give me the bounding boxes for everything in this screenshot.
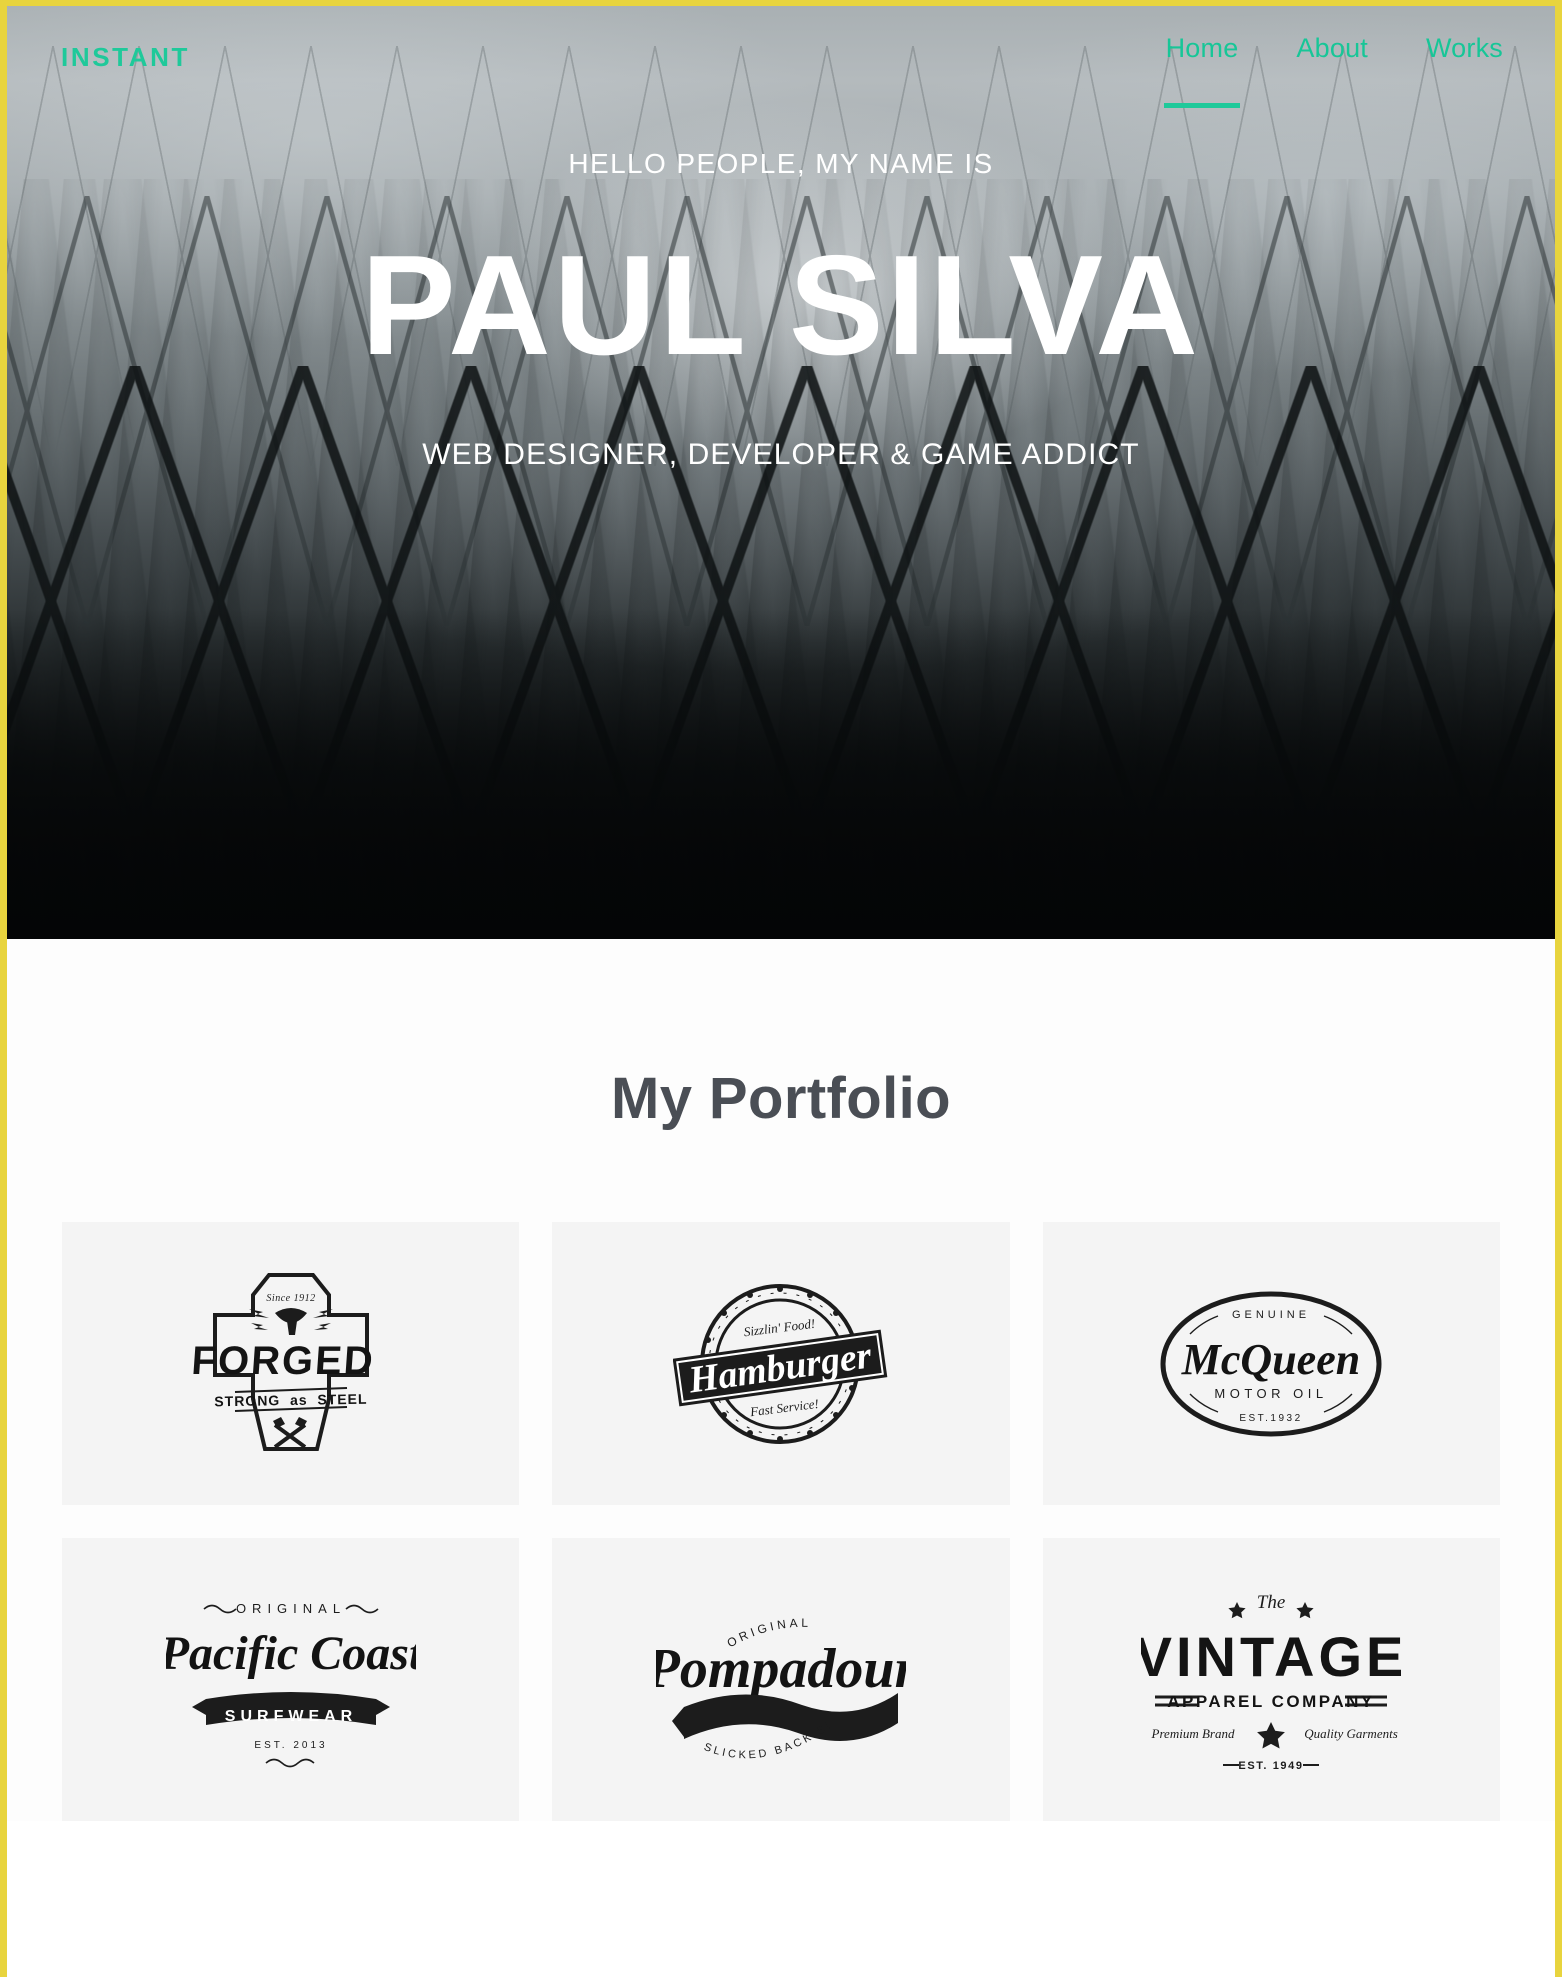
svg-text:SURFWEAR: SURFWEAR (224, 1708, 356, 1725)
pompadour-logo-icon: ORIGINAL Pompadour SLICKED BACK SINCE 19… (656, 1595, 906, 1761)
hero-kicker: HELLO PEOPLE, MY NAME IS (568, 148, 994, 179)
portfolio-item-pompadour[interactable]: ORIGINAL Pompadour SLICKED BACK SINCE 19… (552, 1538, 1010, 1821)
hero-subtitle: WEB DESIGNER, DEVELOPER & GAME ADDICT (422, 437, 1140, 471)
hero-copy: HELLO PEOPLE, MY NAME IS PAUL SILVA WEB … (7, 148, 1555, 472)
svg-text:Since 1912: Since 1912 (266, 1293, 315, 1304)
svg-text:FORGED: FORGED (191, 1339, 376, 1383)
nav-item-about[interactable]: About (1296, 33, 1368, 74)
portfolio-item-pacific-coast[interactable]: ORIGINAL Pacific Coast SURFWEAR EST. 201… (62, 1538, 520, 1821)
svg-text:Sizzlin' Food!: Sizzlin' Food! (743, 1315, 816, 1339)
svg-text:Pacific Coast: Pacific Coast (166, 1627, 416, 1680)
svg-text:Fast Service!: Fast Service! (749, 1395, 820, 1418)
svg-text:ORIGINAL: ORIGINAL (236, 1601, 346, 1616)
svg-text:Premium Brand: Premium Brand (1151, 1726, 1235, 1741)
svg-text:EST.1932: EST.1932 (1240, 1413, 1303, 1424)
svg-text:EST. 2013: EST. 2013 (254, 1740, 327, 1751)
pacific-coast-logo-icon: ORIGINAL Pacific Coast SURFWEAR EST. 201… (166, 1601, 416, 1767)
svg-text:Quality Garments: Quality Garments (1305, 1726, 1399, 1741)
nav-item-works[interactable]: Works (1426, 33, 1503, 74)
svg-text:GENUINE: GENUINE (1232, 1309, 1310, 1321)
hero-bottom-fade (7, 609, 1555, 939)
portfolio-section: My Portfolio Since 1912 FORGED STRONG as… (7, 939, 1555, 1821)
mcqueen-motor-oil-logo-icon: GENUINE McQueen MOTOR OIL EST.1932 (1160, 1291, 1382, 1436)
svg-text:MOTOR OIL: MOTOR OIL (1215, 1386, 1328, 1401)
vintage-apparel-logo-icon: The VINTAGE APPAREL COMPANY Premium Bran… (1141, 1592, 1401, 1772)
forged-logo-icon: Since 1912 FORGED STRONG as STEEL (191, 1272, 376, 1451)
hero-title: PAUL SILVA (361, 226, 1201, 385)
portfolio-item-hamburger[interactable]: Sizzlin' Food! Hamburger Fast Service! (552, 1222, 1010, 1505)
top-navigation-bar: INSTANT Home About Works (7, 6, 1555, 108)
svg-text:EST. 1949: EST. 1949 (1239, 1760, 1304, 1772)
svg-text:The: The (1257, 1592, 1286, 1613)
site-logo[interactable]: INSTANT (61, 44, 190, 70)
portfolio-item-vintage-apparel[interactable]: The VINTAGE APPAREL COMPANY Premium Bran… (1042, 1538, 1500, 1821)
portfolio-item-forged[interactable]: Since 1912 FORGED STRONG as STEEL (62, 1222, 520, 1505)
hamburger-logo-icon: Sizzlin' Food! Hamburger Fast Service! (673, 1283, 888, 1444)
svg-text:STRONG as STEEL: STRONG as STEEL (214, 1390, 367, 1409)
svg-text:McQueen: McQueen (1181, 1335, 1360, 1384)
svg-text:Pompadour: Pompadour (656, 1638, 906, 1700)
hero-section: INSTANT Home About Works HELLO PEOPLE, M… (7, 6, 1555, 939)
nav-links: Home About Works (1163, 33, 1503, 108)
page-title: My Portfolio (611, 1066, 951, 1131)
svg-text:VINTAGE: VINTAGE (1141, 1625, 1401, 1688)
portfolio-item-mcqueen[interactable]: GENUINE McQueen MOTOR OIL EST.1932 (1042, 1222, 1500, 1505)
nav-item-home[interactable]: Home (1163, 33, 1241, 108)
svg-text:APPAREL COMPANY: APPAREL COMPANY (1168, 1692, 1376, 1711)
portfolio-grid: Since 1912 FORGED STRONG as STEEL Sizzli… (7, 1132, 1555, 1821)
